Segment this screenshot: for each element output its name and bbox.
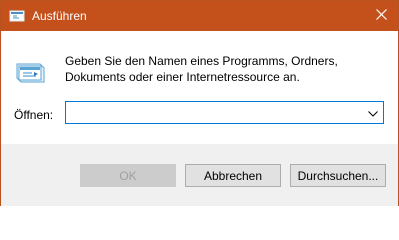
ok-button[interactable]: OK — [80, 164, 176, 187]
dialog-body: Geben Sie den Namen eines Programms, Ord… — [1, 31, 398, 144]
window-title: Ausführen — [32, 9, 87, 23]
chevron-down-icon — [368, 106, 378, 120]
open-combobox[interactable] — [65, 101, 384, 124]
title-bar[interactable]: Ausführen — [1, 1, 398, 31]
cancel-button[interactable]: Abbrechen — [185, 164, 281, 187]
open-dropdown-button[interactable] — [363, 102, 383, 123]
run-app-icon — [14, 56, 46, 88]
open-label: Öffnen: — [14, 108, 54, 122]
description-text: Geben Sie den Namen eines Programms, Ord… — [65, 54, 338, 84]
open-input[interactable] — [66, 102, 364, 123]
close-icon — [375, 9, 387, 23]
browse-button[interactable]: Durchsuchen... — [290, 164, 386, 187]
close-button[interactable] — [364, 1, 398, 31]
run-dialog: Ausführen Geben Sie den Namen eines Prog… — [0, 0, 399, 206]
button-bar: OK Abbrechen Durchsuchen... — [1, 144, 398, 206]
run-icon — [9, 9, 25, 23]
